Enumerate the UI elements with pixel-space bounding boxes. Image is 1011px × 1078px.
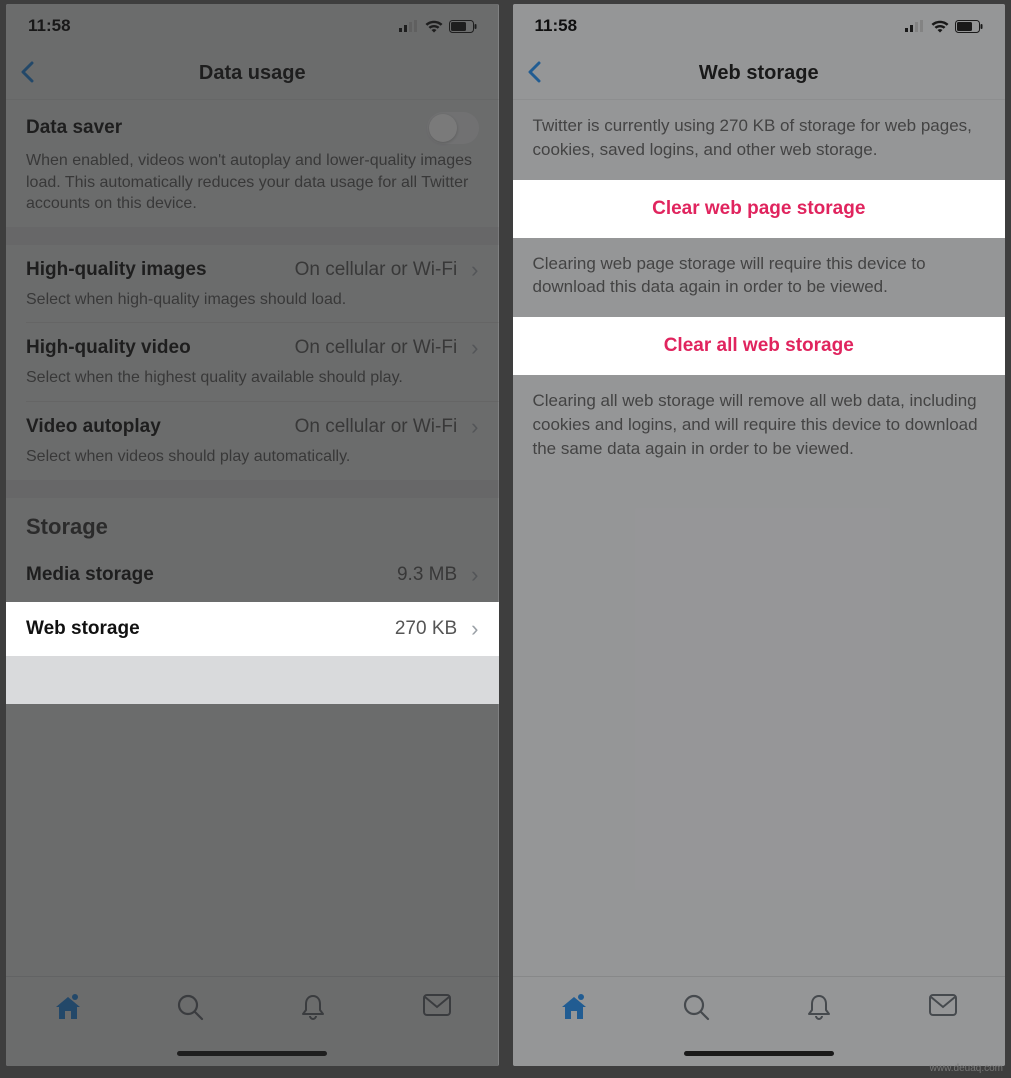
hq-video-value: On cellular or Wi-Fi — [295, 337, 458, 359]
clear-all-desc: Clearing all web storage will remove all… — [513, 375, 1006, 478]
data-saver-toggle[interactable] — [427, 112, 479, 144]
group-separator — [6, 480, 499, 498]
bell-icon — [299, 993, 327, 1021]
tab-home[interactable] — [53, 993, 83, 1023]
data-saver-label: Data saver — [26, 117, 122, 139]
home-icon — [53, 993, 83, 1021]
chevron-left-icon — [527, 61, 541, 83]
cellular-icon — [905, 20, 925, 32]
back-button[interactable] — [527, 58, 541, 90]
storage-header: Storage — [6, 498, 499, 548]
clear-web-page-storage-button[interactable]: Clear web page storage — [513, 180, 1006, 238]
wifi-icon — [425, 20, 443, 33]
mail-icon — [422, 993, 452, 1017]
battery-icon — [449, 20, 477, 33]
phone-right: 11:58 Web storage Twitter is currently u… — [513, 4, 1006, 1066]
wifi-icon — [931, 20, 949, 33]
tab-bar — [513, 976, 1006, 1066]
nav-bar: Data usage — [6, 48, 499, 100]
chevron-right-icon: › — [471, 616, 478, 642]
media-storage-label: Media storage — [26, 564, 154, 586]
toggle-knob — [429, 114, 457, 142]
chevron-right-icon: › — [471, 257, 478, 283]
web-storage-label: Web storage — [26, 618, 140, 640]
tab-search[interactable] — [682, 993, 712, 1023]
status-icons — [905, 20, 983, 33]
media-storage-cell[interactable]: Media storage 9.3 MB › — [6, 548, 499, 602]
chevron-right-icon: › — [471, 414, 478, 440]
search-icon — [176, 993, 204, 1021]
web-storage-value: 270 KB — [395, 618, 457, 640]
web-storage-content: Twitter is currently using 270 KB of sto… — [513, 100, 1006, 976]
hq-video-label: High-quality video — [26, 337, 191, 359]
clear-all-web-storage-button[interactable]: Clear all web storage — [513, 317, 1006, 375]
data-saver-cell: Data saver When enabled, videos won't au… — [6, 100, 499, 227]
hq-images-value: On cellular or Wi-Fi — [295, 259, 458, 281]
hq-images-label: High-quality images — [26, 259, 207, 281]
status-bar: 11:58 — [6, 4, 499, 48]
hq-video-cell[interactable]: High-quality video On cellular or Wi-Fi … — [6, 323, 499, 401]
autoplay-desc: Select when videos should play automatic… — [26, 446, 479, 468]
status-time: 11:58 — [535, 16, 578, 36]
status-bar: 11:58 — [513, 4, 1006, 48]
home-indicator[interactable] — [177, 1051, 327, 1056]
phone-left: 11:58 Data usage Data saver When enabled… — [6, 4, 499, 1066]
hq-images-desc: Select when high-quality images should l… — [26, 289, 479, 311]
cellular-icon — [399, 20, 419, 32]
search-icon — [682, 993, 710, 1021]
tab-bar — [6, 976, 499, 1066]
hq-video-desc: Select when the highest quality availabl… — [26, 367, 479, 389]
mail-icon — [928, 993, 958, 1017]
autoplay-label: Video autoplay — [26, 416, 161, 438]
media-storage-value: 9.3 MB — [397, 564, 457, 586]
back-button[interactable] — [20, 58, 34, 90]
status-icons — [399, 20, 477, 33]
tab-messages[interactable] — [928, 993, 958, 1023]
nav-bar: Web storage — [513, 48, 1006, 100]
web-storage-cell[interactable]: Web storage 270 KB › — [6, 602, 499, 656]
battery-icon — [955, 20, 983, 33]
bell-icon — [805, 993, 833, 1021]
page-title: Data usage — [199, 62, 306, 85]
clear-page-desc: Clearing web page storage will require t… — [513, 238, 1006, 318]
data-saver-desc: When enabled, videos won't autoplay and … — [26, 150, 479, 215]
status-time: 11:58 — [28, 16, 71, 36]
chevron-right-icon: › — [471, 562, 478, 588]
page-title: Web storage — [699, 62, 819, 85]
tab-search[interactable] — [176, 993, 206, 1023]
tab-notifications[interactable] — [805, 993, 835, 1023]
hq-images-cell[interactable]: High-quality images On cellular or Wi-Fi… — [6, 245, 499, 323]
tab-messages[interactable] — [422, 993, 452, 1023]
settings-list: Data saver When enabled, videos won't au… — [6, 100, 499, 976]
group-separator — [6, 227, 499, 245]
autoplay-cell[interactable]: Video autoplay On cellular or Wi-Fi › Se… — [6, 402, 499, 480]
chevron-left-icon — [20, 61, 34, 83]
chevron-right-icon: › — [471, 335, 478, 361]
tab-notifications[interactable] — [299, 993, 329, 1023]
watermark: www.deuaq.com — [930, 1063, 1003, 1074]
tab-home[interactable] — [559, 993, 589, 1023]
home-icon — [559, 993, 589, 1021]
home-indicator[interactable] — [684, 1051, 834, 1056]
intro-text: Twitter is currently using 270 KB of sto… — [513, 100, 1006, 180]
autoplay-value: On cellular or Wi-Fi — [295, 416, 458, 438]
